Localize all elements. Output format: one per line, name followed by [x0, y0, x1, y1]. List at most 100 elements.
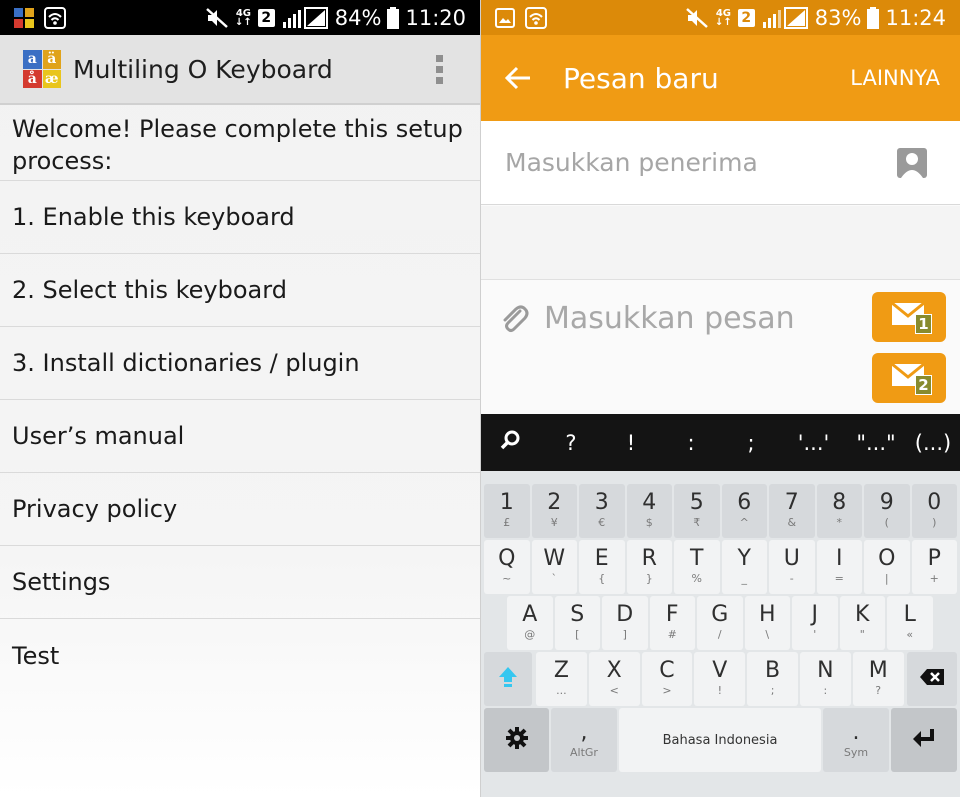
enter-icon [911, 727, 937, 753]
period-label: . [852, 720, 860, 745]
key-2[interactable]: 2 ¥ [531, 484, 577, 538]
sym-label: Sym [843, 746, 869, 759]
key-l[interactable]: L « [887, 596, 933, 650]
menu-item-privacy-policy[interactable]: Privacy policy [0, 473, 480, 546]
key-i[interactable]: I = [816, 540, 862, 594]
key-z[interactable]: Z... [536, 652, 587, 706]
menu-item-test[interactable]: Test [0, 619, 480, 692]
key-alt-label: + [929, 572, 939, 585]
key-t[interactable]: T% [674, 540, 720, 594]
key-6[interactable]: 6 ^ [721, 484, 767, 538]
settings-key[interactable] [484, 708, 549, 772]
key-0[interactable]: 0) [911, 484, 957, 538]
backspace-key[interactable] [907, 652, 957, 706]
key-8[interactable]: 8 * [816, 484, 862, 538]
key-r[interactable]: R} [626, 540, 672, 594]
shift-key[interactable] [484, 652, 532, 706]
key-alt-label: ) [932, 516, 937, 529]
key-j[interactable]: J ' [792, 596, 838, 650]
suggestion-single-quotes[interactable]: '...' [781, 431, 846, 455]
key-alt-label: ` [551, 572, 558, 585]
app-logo: a ä å æ [23, 50, 61, 88]
key-alt-label: ₹ [693, 516, 701, 529]
key-k[interactable]: K " [839, 596, 885, 650]
key-main-label: K [855, 602, 870, 627]
key-e[interactable]: E{ [579, 540, 625, 594]
battery-icon [387, 6, 400, 29]
suggestion-colon[interactable]: : [661, 431, 721, 455]
send-sim1-button[interactable]: 1 [872, 292, 946, 342]
suggestion-question[interactable]: ? [541, 431, 601, 455]
key-4[interactable]: 4 $ [626, 484, 672, 538]
keyboard: ? ! : ; '...' "..." (...) 1 £2 ¥3 €4 $5 ₹6 ^ 7 &… [481, 414, 960, 797]
more-button[interactable]: LAINNYA [850, 66, 940, 90]
key-d[interactable]: D] [602, 596, 648, 650]
key-9[interactable]: 9( [864, 484, 910, 538]
key-3[interactable]: 3 € [579, 484, 625, 538]
key-m[interactable]: M? [852, 652, 904, 706]
send-sim2-button[interactable]: 2 [872, 353, 946, 403]
network-type-icon: 4G ↓↑ [235, 7, 252, 28]
recipient-input[interactable]: Masukkan penerima [505, 148, 897, 177]
enter-key[interactable] [891, 708, 957, 772]
key-alt-label: $ [645, 516, 653, 529]
welcome-text: Welcome! Please complete this setup proc… [0, 107, 480, 181]
suggestion-parentheses[interactable]: (...) [906, 431, 960, 455]
key-main-label: N [817, 658, 834, 683]
menu-item-users-manual[interactable]: User’s manual [0, 400, 480, 473]
key-main-label: 8 [832, 490, 847, 515]
menu-item-settings[interactable]: Settings [0, 546, 480, 619]
recipient-field[interactable]: Masukkan penerima [481, 121, 960, 205]
key-main-label: 4 [642, 490, 657, 515]
key-c[interactable]: C > [641, 652, 693, 706]
app-notification-icon [14, 7, 34, 28]
key-n[interactable]: N: [800, 652, 851, 706]
key-a[interactable]: A @ [507, 596, 553, 650]
menu-item-enable-keyboard[interactable]: 1. Enable this keyboard [0, 181, 480, 254]
key-p[interactable]: P + [911, 540, 957, 594]
contact-picker-icon[interactable] [897, 147, 927, 178]
comma-altgr-key[interactable]: , AltGr [551, 708, 617, 772]
mute-icon [205, 7, 229, 29]
search-icon[interactable] [481, 429, 541, 456]
key-main-label: 0 [927, 490, 942, 515]
key-alt-label: ¥ [550, 516, 558, 529]
key-alt-label: ( [884, 516, 889, 529]
menu-item-select-keyboard[interactable]: 2. Select this keyboard [0, 254, 480, 327]
space-language-label: Bahasa Indonesia [662, 732, 778, 748]
key-x[interactable]: X < [588, 652, 640, 706]
key-alt-label: € [598, 516, 606, 529]
key-b[interactable]: B; [747, 652, 798, 706]
key-w[interactable]: W ` [531, 540, 577, 594]
wifi-icon [525, 6, 547, 29]
space-key[interactable]: Bahasa Indonesia [619, 708, 821, 772]
key-q[interactable]: Q ~ [484, 540, 530, 594]
attach-icon[interactable] [499, 303, 529, 339]
key-alt-label: * [836, 516, 843, 529]
key-main-label: S [570, 602, 585, 627]
message-input[interactable]: Masukkan pesan [544, 301, 795, 336]
key-h[interactable]: H \ [744, 596, 790, 650]
key-o[interactable]: O | [864, 540, 910, 594]
suggestion-exclamation[interactable]: ! [601, 431, 661, 455]
key-main-label: T [690, 546, 704, 571]
suggestion-double-quotes[interactable]: "..." [846, 431, 906, 455]
key-y[interactable]: Y _ [721, 540, 767, 594]
key-1[interactable]: 1 £ [484, 484, 530, 538]
key-main-label: V [712, 658, 728, 683]
key-alt-label: > [662, 684, 672, 697]
suggestion-semicolon[interactable]: ; [721, 431, 781, 455]
key-7[interactable]: 7 & [769, 484, 815, 538]
key-v[interactable]: V! [694, 652, 746, 706]
period-sym-key[interactable]: . Sym [823, 708, 889, 772]
back-arrow-icon[interactable] [503, 63, 533, 93]
conversation-area [481, 206, 960, 280]
key-5[interactable]: 5 ₹ [674, 484, 720, 538]
key-f[interactable]: F # [649, 596, 695, 650]
overflow-menu-icon[interactable] [424, 54, 454, 84]
key-g[interactable]: G / [697, 596, 743, 650]
key-main-label: 5 [689, 490, 704, 515]
key-s[interactable]: S[ [554, 596, 600, 650]
key-u[interactable]: U- [769, 540, 815, 594]
menu-item-install-dictionaries[interactable]: 3. Install dictionaries / plugin [0, 327, 480, 400]
